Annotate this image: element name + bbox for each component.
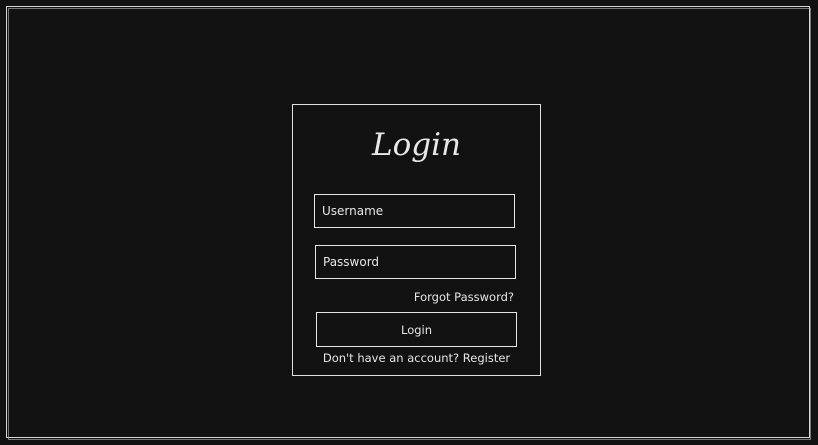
forgot-password-link[interactable]: Forgot Password? bbox=[414, 290, 514, 304]
register-prompt: Don't have an account? bbox=[322, 351, 460, 365]
login-title: Login bbox=[372, 127, 461, 163]
register-link[interactable]: Register bbox=[463, 351, 510, 365]
login-card: Login Forgot Password? Login Don't have … bbox=[292, 104, 541, 376]
password-input[interactable] bbox=[315, 245, 516, 279]
login-button[interactable]: Login bbox=[316, 312, 517, 347]
register-row: Don't have an account? Register bbox=[293, 351, 540, 365]
username-input[interactable] bbox=[314, 194, 515, 228]
